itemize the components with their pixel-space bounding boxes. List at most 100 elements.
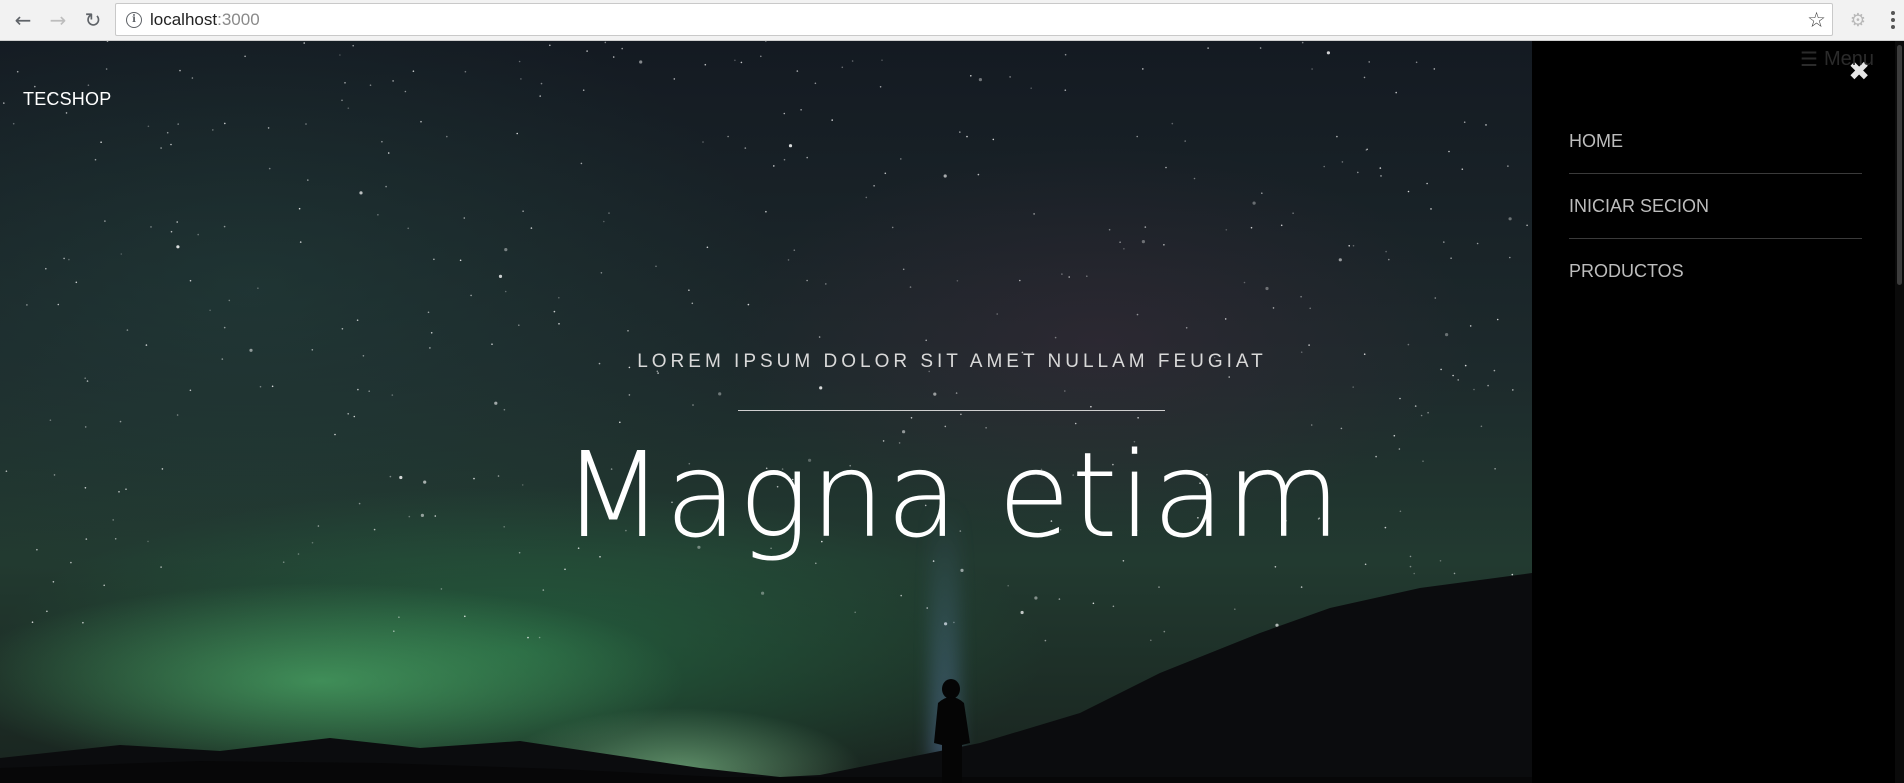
star-dot xyxy=(105,68,108,70)
star-dot xyxy=(841,66,844,69)
menu-item-productos[interactable]: PRODUCTOS xyxy=(1569,239,1862,304)
star-dot xyxy=(806,279,808,282)
url-host: localhost xyxy=(150,9,218,29)
star-dot xyxy=(299,241,302,243)
menu-toggle-label: Menu xyxy=(1823,48,1874,70)
star-dot xyxy=(691,302,694,305)
kebab-menu-icon[interactable] xyxy=(1886,7,1900,33)
star-dot xyxy=(628,394,631,396)
star-dot xyxy=(298,207,301,210)
star-dot xyxy=(420,120,422,123)
star-dot xyxy=(339,54,341,56)
scrollbar-thumb[interactable] xyxy=(1897,45,1902,285)
star-dot xyxy=(1054,336,1057,339)
star-dot xyxy=(1509,256,1511,259)
star-dot xyxy=(369,84,372,86)
star-dot xyxy=(504,290,507,293)
star-dot xyxy=(1461,168,1464,170)
star-dot xyxy=(765,210,767,213)
star-dot xyxy=(1445,333,1449,337)
star-dot xyxy=(87,84,90,86)
star-dot xyxy=(1508,217,1512,221)
star-dot xyxy=(45,267,47,270)
url-text[interactable]: localhost:3000 xyxy=(150,10,260,30)
star-dot xyxy=(553,310,556,313)
star-dot xyxy=(150,226,152,228)
star-icon[interactable]: ☆ xyxy=(1807,8,1826,32)
star-dot xyxy=(63,257,65,260)
star-dot xyxy=(307,179,309,181)
star-dot xyxy=(582,89,585,91)
star-dot xyxy=(1144,226,1147,228)
site-brand[interactable]: TECSHOP xyxy=(23,89,111,110)
menu-item-iniciar-secion[interactable]: INICIAR SECION xyxy=(1569,174,1862,239)
star-dot xyxy=(1137,417,1139,419)
star-dot xyxy=(1366,148,1368,151)
star-dot xyxy=(819,386,823,390)
star-dot xyxy=(86,380,89,382)
star-dot xyxy=(608,212,610,214)
star-dot xyxy=(518,60,521,63)
star-dot xyxy=(891,226,894,229)
star-dot xyxy=(1068,276,1070,278)
star-dot xyxy=(176,414,179,416)
star-dot xyxy=(75,281,78,284)
forward-arrow-icon[interactable]: → xyxy=(45,7,71,33)
info-icon[interactable]: i xyxy=(126,11,142,28)
star-dot xyxy=(1033,213,1035,215)
star-dot xyxy=(603,220,605,223)
star-dot xyxy=(1357,171,1359,174)
star-dot xyxy=(427,311,430,314)
star-dot xyxy=(970,75,972,77)
star-dot xyxy=(692,404,694,406)
star-dot xyxy=(744,147,747,149)
star-dot xyxy=(783,112,786,115)
star-dot xyxy=(491,343,493,346)
star-dot xyxy=(94,158,97,161)
star-dot xyxy=(718,392,722,396)
star-dot xyxy=(176,221,178,223)
star-dot xyxy=(818,336,821,338)
star-dot xyxy=(463,217,466,219)
star-dot xyxy=(580,162,583,165)
menu-toggle-button[interactable]: ☰ Menu xyxy=(1800,47,1874,72)
star-dot xyxy=(884,172,887,175)
star-dot xyxy=(1341,161,1344,163)
star-dot xyxy=(303,42,306,44)
hero-banner: TECSHOP xyxy=(0,41,1532,783)
star-dot xyxy=(1379,167,1382,169)
star-dot xyxy=(1476,242,1479,245)
star-dot xyxy=(992,138,995,141)
star-dot xyxy=(1311,68,1313,70)
star-dot xyxy=(1348,245,1350,247)
star-dot xyxy=(1399,397,1401,400)
star-dot xyxy=(1061,273,1063,275)
star-dot xyxy=(586,50,588,52)
star-dot xyxy=(783,158,786,161)
star-dot xyxy=(796,70,799,72)
back-arrow-icon[interactable]: ← xyxy=(10,7,36,33)
extension-icon[interactable]: ⚙ xyxy=(1845,7,1871,33)
star-dot xyxy=(120,253,123,255)
star-dot xyxy=(760,55,762,58)
page-scrollbar[interactable] xyxy=(1895,41,1904,783)
star-dot xyxy=(1090,405,1092,408)
star-dot xyxy=(377,214,379,216)
star-dot xyxy=(1448,150,1450,153)
address-bar[interactable]: i localhost:3000 ☆ xyxy=(115,3,1833,36)
star-dot xyxy=(1193,177,1196,180)
star-dot xyxy=(1526,224,1528,227)
star-dot xyxy=(357,388,359,391)
star-dot xyxy=(639,60,643,64)
star-dot xyxy=(1184,140,1186,142)
star-dot xyxy=(959,131,961,133)
star-dot xyxy=(1457,379,1459,381)
hero-divider xyxy=(738,410,1165,411)
star-dot xyxy=(341,328,344,330)
star-dot xyxy=(177,123,179,125)
menu-item-home[interactable]: HOME xyxy=(1569,109,1862,174)
star-dot xyxy=(1142,68,1144,70)
star-dot xyxy=(825,283,827,285)
star-dot xyxy=(881,59,883,61)
reload-icon[interactable]: ↻ xyxy=(80,7,106,33)
